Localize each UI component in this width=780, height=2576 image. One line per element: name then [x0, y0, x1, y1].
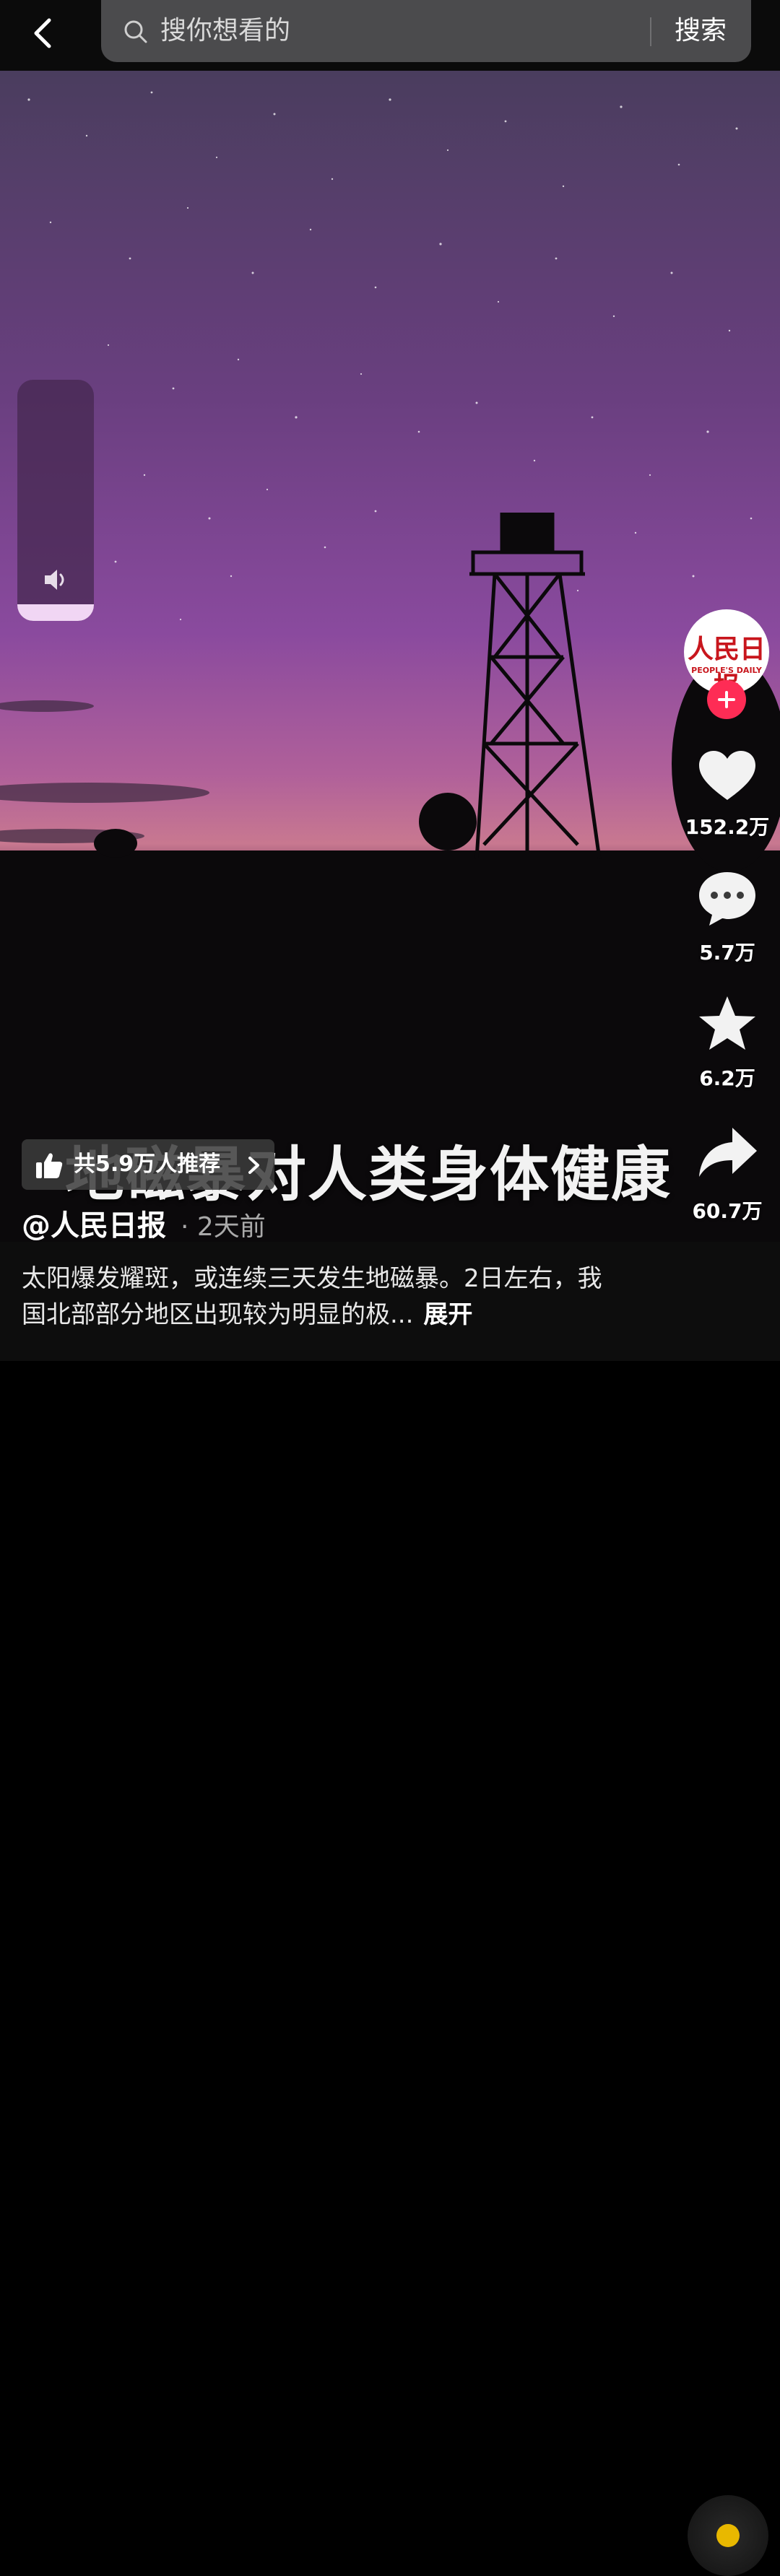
- expand-button[interactable]: 展开: [423, 1300, 472, 1329]
- volume-slider[interactable]: [17, 380, 94, 621]
- music-disc-button[interactable]: [688, 2495, 768, 2576]
- comment-count: 5.7万: [699, 941, 755, 965]
- volume-level-fill: [17, 604, 94, 621]
- music-disc-center: [716, 2524, 740, 2547]
- like-count: 152.2万: [685, 815, 770, 839]
- plus-icon: [718, 691, 735, 708]
- share-count: 60.7万: [692, 1199, 763, 1223]
- top-bar: 搜你想看的 搜索: [0, 0, 780, 71]
- video-player[interactable]: 地磁暴对人类身体健康: [0, 71, 780, 1242]
- search-button[interactable]: 搜索: [675, 13, 727, 49]
- thumbs-up-icon: [36, 1153, 63, 1178]
- post-time: · 2天前: [181, 1212, 266, 1242]
- recommend-button[interactable]: 共5.9万人推荐: [22, 1139, 274, 1190]
- star-icon[interactable]: [695, 992, 760, 1057]
- follow-button[interactable]: [707, 680, 746, 719]
- watch-tower: [469, 513, 602, 859]
- recommend-label: 共5.9万人推荐: [74, 1152, 221, 1177]
- search-box[interactable]: 搜你想看的 搜索: [101, 0, 751, 62]
- search-input[interactable]: 搜你想看的: [160, 13, 290, 49]
- heart-icon[interactable]: [695, 744, 760, 809]
- trees-silhouette: [94, 656, 780, 872]
- share-icon[interactable]: [695, 1121, 760, 1185]
- search-icon: [124, 20, 147, 43]
- description-text: 太阳爆发耀斑，或连续三天发生地磁暴。2日左右，我国北部部分地区出现较为明显的极.…: [22, 1264, 602, 1329]
- speaker-icon: [45, 570, 64, 590]
- chevron-right-icon: [248, 1157, 259, 1174]
- favorite-count: 6.2万: [699, 1066, 755, 1090]
- back-button[interactable]: [20, 10, 66, 56]
- video-description[interactable]: 太阳爆发耀斑，或连续三天发生地磁暴。2日左右，我国北部部分地区出现较为明显的极.…: [22, 1261, 614, 1333]
- comment-icon[interactable]: [695, 866, 760, 931]
- chevron-left-icon: [34, 18, 51, 48]
- search-divider: [650, 17, 651, 46]
- description-area: 太阳爆发耀斑，或连续三天发生地磁暴。2日左右，我国北部部分地区出现较为明显的极.…: [0, 1242, 780, 2576]
- avatar-logo-subtext: PEOPLE'S DAILY: [691, 666, 762, 675]
- author-handle[interactable]: @人民日报: [22, 1206, 166, 1246]
